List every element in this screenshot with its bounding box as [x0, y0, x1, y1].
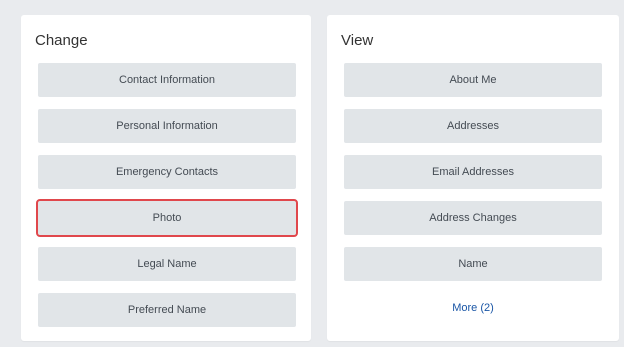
legal-name-button[interactable]: Legal Name [38, 247, 296, 281]
change-card: Change Contact Information Personal Info… [21, 15, 311, 341]
more-link[interactable]: More (2) [327, 302, 619, 314]
photo-button[interactable]: Photo [36, 199, 298, 237]
change-card-title: Change [35, 32, 88, 49]
view-card: View About Me Addresses Email Addresses … [327, 15, 619, 341]
personal-information-button[interactable]: Personal Information [38, 109, 296, 143]
address-changes-button[interactable]: Address Changes [344, 201, 602, 235]
about-me-button[interactable]: About Me [344, 63, 602, 97]
emergency-contacts-button[interactable]: Emergency Contacts [38, 155, 296, 189]
name-button[interactable]: Name [344, 247, 602, 281]
email-addresses-button[interactable]: Email Addresses [344, 155, 602, 189]
preferred-name-button[interactable]: Preferred Name [38, 293, 296, 327]
addresses-button[interactable]: Addresses [344, 109, 602, 143]
contact-information-button[interactable]: Contact Information [38, 63, 296, 97]
view-card-title: View [341, 32, 374, 49]
